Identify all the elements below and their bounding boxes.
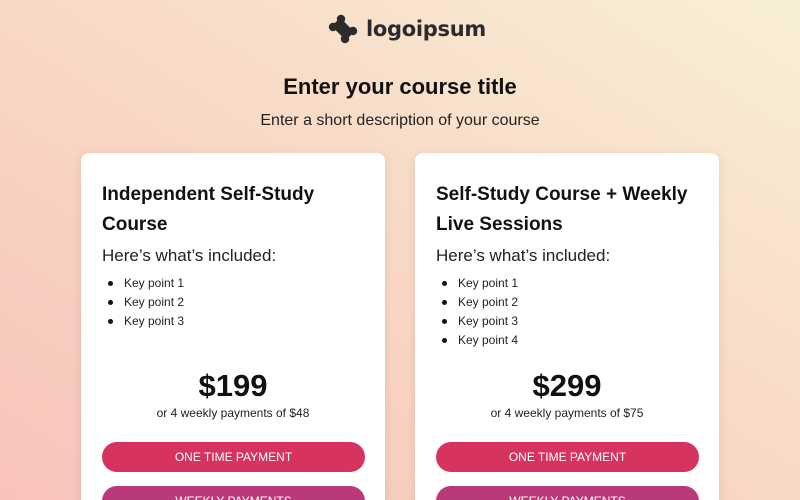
logo-mark-icon	[328, 14, 358, 44]
pricing-card-self-study: Independent Self-Study Course Here’s wha…	[81, 153, 385, 500]
list-item: Key point 1	[102, 274, 184, 293]
one-time-payment-button[interactable]: ONE TIME PAYMENT	[436, 442, 699, 472]
key-points-list: Key point 1 Key point 2 Key point 3	[102, 274, 184, 331]
list-item: Key point 1	[436, 274, 518, 293]
list-item: Key point 4	[436, 331, 518, 350]
card-title: Self-Study Course + Weekly Live Sessions	[436, 184, 688, 235]
installment-note: or 4 weekly payments of $75	[490, 406, 644, 420]
included-label: Here’s what’s included:	[436, 246, 611, 265]
weekly-payments-button[interactable]: WEEKLY PAYMENTS	[436, 486, 699, 500]
page-subtitle: Enter a short description of your course	[260, 112, 540, 129]
price: $299	[532, 368, 602, 403]
price: $199	[198, 368, 268, 403]
list-item: Key point 3	[102, 312, 184, 331]
pricing-card-live-sessions: Self-Study Course + Weekly Live Sessions…	[415, 153, 719, 500]
brand-logo[interactable]: logoipsum	[328, 14, 486, 44]
key-points-list: Key point 1 Key point 2 Key point 3 Key …	[436, 274, 518, 350]
installment-note: or 4 weekly payments of $48	[156, 406, 310, 420]
list-item: Key point 2	[436, 293, 518, 312]
page-title: Enter your course title	[283, 74, 517, 99]
included-label: Here’s what’s included:	[102, 246, 277, 265]
weekly-payments-button[interactable]: WEEKLY PAYMENTS	[102, 486, 365, 500]
list-item: Key point 3	[436, 312, 518, 331]
card-title: Independent Self-Study Course	[102, 184, 315, 235]
one-time-payment-button[interactable]: ONE TIME PAYMENT	[102, 442, 365, 472]
logo-text: logoipsum	[366, 17, 486, 41]
list-item: Key point 2	[102, 293, 184, 312]
